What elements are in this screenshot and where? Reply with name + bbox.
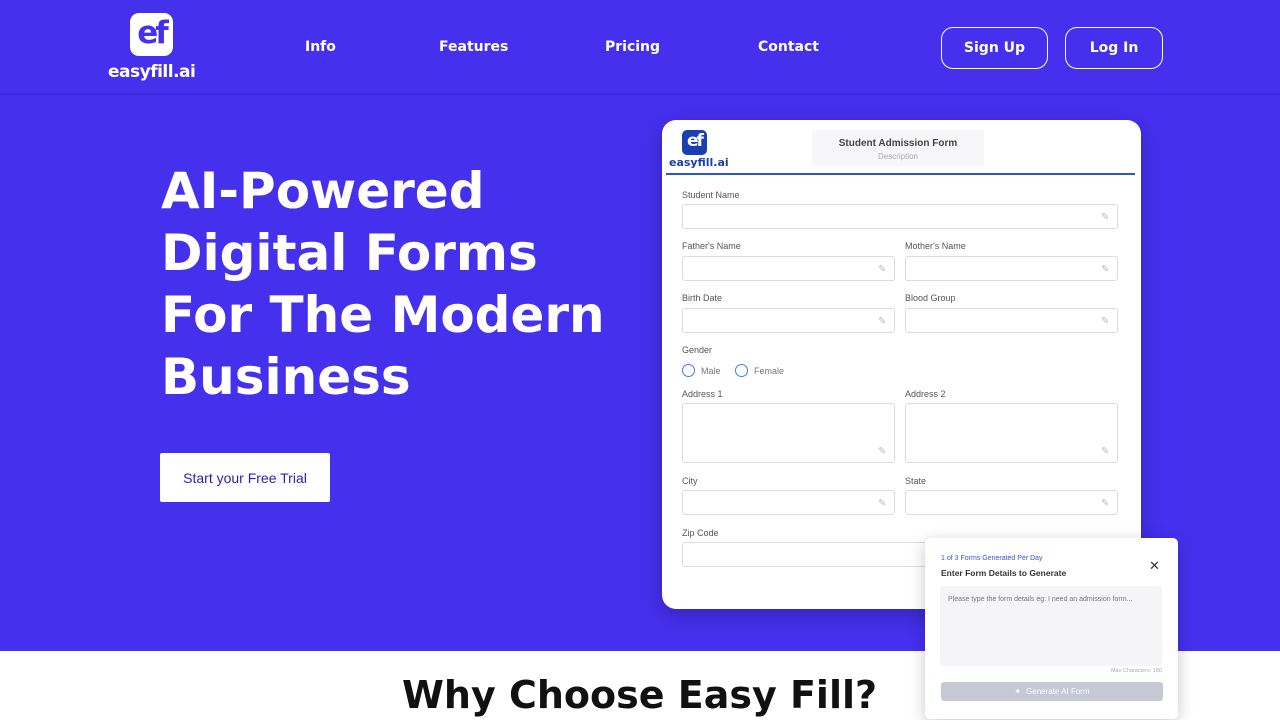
address2-label: Address 2	[905, 389, 946, 399]
brand-logo[interactable]: ef easyfill.ai	[108, 13, 198, 83]
section-title: Why Choose Easy Fill?	[402, 673, 878, 717]
gender-label: Gender	[682, 345, 713, 355]
form-description: Description	[877, 152, 918, 161]
pencil-icon: ✎	[1101, 212, 1110, 223]
generate-ai-form-button[interactable]: ✦ Generate AI Form	[941, 682, 1163, 701]
address1-input[interactable]: ✎	[682, 403, 895, 463]
gender-female-label: Female	[754, 366, 785, 376]
form-header-divider	[666, 173, 1135, 175]
nav-contact[interactable]: Contact	[758, 39, 819, 55]
pencil-icon: ✎	[878, 316, 887, 327]
mothers-name-label: Mother's Name	[905, 241, 966, 251]
card-logo-text: easyfill.ai	[669, 156, 729, 169]
logo-text: easyfill.ai	[108, 62, 196, 82]
max-characters-note: Max Characters: 180	[1110, 668, 1162, 674]
generation-counter: 1 of 3 Forms Generated Per Day	[941, 555, 1043, 562]
form-details-input[interactable]	[940, 586, 1162, 666]
generator-title: Enter Form Details to Generate	[941, 568, 1067, 578]
pencil-icon: ✎	[878, 264, 887, 275]
pencil-icon: ✎	[1101, 446, 1110, 457]
pencil-icon: ✎	[1101, 316, 1110, 327]
pencil-icon: ✎	[878, 446, 887, 457]
form-title-box: Student Admission Form Description	[812, 130, 984, 166]
address2-input[interactable]: ✎	[905, 403, 1118, 463]
fathers-name-label: Father's Name	[682, 241, 741, 251]
logo-mark: ef	[130, 13, 173, 56]
gender-male-label: Male	[701, 366, 721, 376]
address1-label: Address 1	[682, 389, 723, 399]
header-divider	[0, 93, 1280, 95]
state-label: State	[905, 476, 927, 486]
form-preview-card: ef easyfill.ai Student Admission Form De…	[662, 120, 1141, 609]
nav-features[interactable]: Features	[439, 39, 508, 55]
blood-group-input[interactable]: ✎	[905, 308, 1118, 333]
gender-female-radio[interactable]	[735, 364, 748, 377]
fathers-name-input[interactable]: ✎	[682, 256, 895, 281]
zip-code-label: Zip Code	[682, 528, 719, 538]
form-title: Student Admission Form	[838, 138, 958, 149]
login-button[interactable]: Log In	[1065, 27, 1163, 69]
state-input[interactable]: ✎	[905, 490, 1118, 515]
signup-button[interactable]: Sign Up	[941, 27, 1048, 69]
free-trial-button[interactable]: Start your Free Trial	[160, 453, 330, 502]
pencil-icon: ✎	[1101, 264, 1110, 275]
city-label: City	[682, 476, 698, 486]
pencil-icon: ✎	[1101, 498, 1110, 509]
close-icon[interactable]: ✕	[1149, 559, 1160, 572]
student-name-input[interactable]: ✎	[682, 204, 1118, 229]
hero-headline: AI-Powered Digital Forms For The Modern …	[161, 162, 605, 406]
birth-date-input[interactable]: ✎	[682, 308, 895, 333]
sparkle-icon: ✦	[1014, 687, 1022, 696]
mothers-name-input[interactable]: ✎	[905, 256, 1118, 281]
city-input[interactable]: ✎	[682, 490, 895, 515]
nav-pricing[interactable]: Pricing	[605, 39, 660, 55]
blood-group-label: Blood Group	[905, 293, 956, 303]
pencil-icon: ✎	[878, 498, 887, 509]
card-logo-mark: ef	[682, 130, 707, 155]
gender-male-radio[interactable]	[682, 364, 695, 377]
ai-generator-popup: 1 of 3 Forms Generated Per Day Enter For…	[925, 538, 1178, 719]
nav-info[interactable]: Info	[305, 39, 336, 55]
generate-ai-form-label: Generate AI Form	[1026, 687, 1090, 696]
birth-date-label: Birth Date	[682, 293, 723, 303]
student-name-label: Student Name	[682, 190, 740, 200]
